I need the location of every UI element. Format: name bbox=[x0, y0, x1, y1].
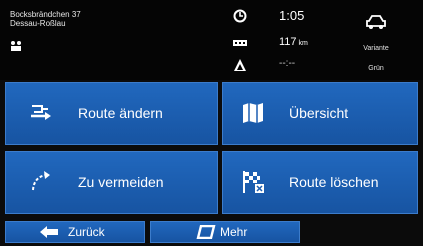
distance-value: 117 bbox=[279, 36, 297, 48]
avoid-button[interactable]: Zu vermeiden bbox=[5, 151, 218, 214]
change-route-button[interactable]: Route ändern bbox=[5, 82, 218, 145]
distance-remaining: 117 km bbox=[279, 36, 308, 48]
poi-icon bbox=[11, 41, 21, 51]
change-route-label: Route ändern bbox=[78, 105, 163, 121]
map-icon bbox=[243, 103, 263, 123]
eta-value: --:-- bbox=[279, 58, 296, 69]
back-arrow-icon bbox=[40, 226, 58, 238]
overview-button[interactable]: Übersicht bbox=[222, 82, 418, 145]
destination-address-line2: Dessau-Roßlau bbox=[10, 19, 66, 28]
clock-icon bbox=[233, 9, 247, 23]
more-icon bbox=[196, 225, 216, 239]
info-header: Bocksbrändchen 37 Dessau-Roßlau 1:05 117… bbox=[0, 0, 423, 80]
route-variant-label: Variante bbox=[363, 45, 389, 52]
more-button[interactable]: Mehr bbox=[150, 221, 300, 243]
distance-unit: km bbox=[298, 40, 308, 47]
route-variant-value: Grün bbox=[368, 65, 384, 72]
back-button[interactable]: Zurück bbox=[5, 221, 145, 243]
avoid-icon bbox=[32, 171, 50, 191]
route-change-icon bbox=[31, 105, 51, 120]
car-icon bbox=[366, 15, 386, 29]
flag-delete-icon bbox=[243, 171, 264, 193]
more-label: Mehr bbox=[220, 225, 248, 239]
route-distance-icon bbox=[233, 40, 247, 46]
avoid-label: Zu vermeiden bbox=[78, 174, 164, 190]
time-remaining: 1:05 bbox=[279, 8, 305, 23]
triangle-icon bbox=[234, 59, 246, 71]
delete-route-button[interactable]: Route löschen bbox=[222, 151, 418, 214]
back-label: Zurück bbox=[68, 225, 105, 239]
overview-label: Übersicht bbox=[289, 105, 349, 121]
delete-route-label: Route löschen bbox=[289, 174, 379, 190]
destination-address-line1: Bocksbrändchen 37 bbox=[10, 10, 81, 19]
